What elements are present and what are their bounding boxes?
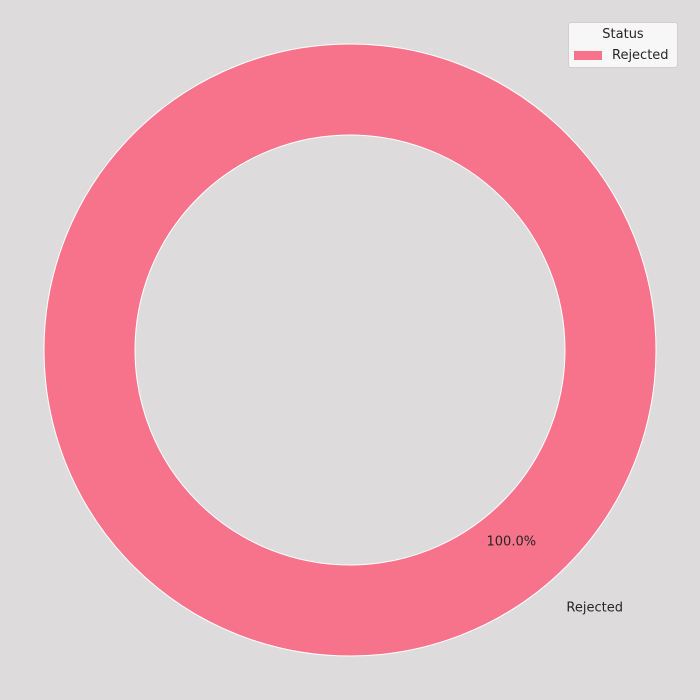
legend-entry-rejected: Rejected bbox=[574, 47, 669, 63]
percent-label-rejected: 100.0% bbox=[487, 535, 537, 550]
legend-swatch-rejected bbox=[574, 50, 602, 60]
legend: Status Rejected bbox=[568, 22, 678, 68]
legend-label-rejected: Rejected bbox=[612, 47, 669, 63]
legend-title: Status bbox=[602, 27, 644, 42]
category-label-rejected: Rejected bbox=[566, 600, 623, 615]
donut-chart: 100.0% Rejected Status Rejected bbox=[0, 0, 700, 700]
donut-slice-rejected bbox=[43, 43, 657, 657]
donut-slices bbox=[43, 43, 657, 657]
chart-canvas: 100.0% Rejected bbox=[43, 43, 657, 657]
